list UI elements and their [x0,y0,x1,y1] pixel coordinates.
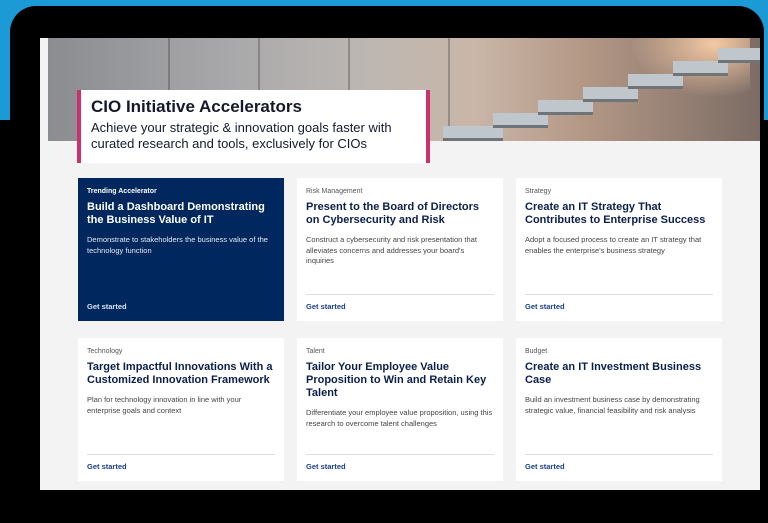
stair-step [718,48,760,60]
tablet-frame: CIO Initiative Accelerators Achieve your… [10,6,764,520]
card-tag: Trending Accelerator [87,188,157,195]
get-started-link[interactable]: Get started [87,462,127,471]
card-title: Tailor Your Employee Value Proposition t… [306,361,487,399]
stair-step [673,61,728,73]
card-divider [525,294,713,295]
page-subtitle: Achieve your strategic & innovation goal… [91,120,392,151]
card-description: Build an investment business case by dem… [525,395,700,415]
card-description: Plan for technology innovation in line w… [87,395,242,415]
accelerator-card-dashboard[interactable]: Trending Accelerator Build a Dashboard D… [78,178,284,321]
accelerator-card-it-strategy[interactable]: Strategy Create an IT Strategy That Cont… [516,178,722,321]
card-tag: Technology [87,348,123,355]
accelerator-card-innovation[interactable]: Technology Target Impactful Innovations … [78,338,284,481]
card-description: Differentiate your employee value propos… [306,408,493,428]
stair-step [628,74,683,86]
get-started-link[interactable]: Get started [306,462,346,471]
accelerator-card-investment[interactable]: Budget Create an IT Investment Business … [516,338,722,481]
card-title: Create an IT Investment Business Case [525,361,702,386]
card-description: Construct a cybersecurity and risk prese… [306,235,477,265]
accelerator-card-board-cybersecurity[interactable]: Risk Management Present to the Board of … [297,178,503,321]
card-divider [306,454,494,455]
stair-step [443,126,503,138]
stair-step [493,113,548,125]
accelerator-card-talent[interactable]: Talent Tailor Your Employee Value Propos… [297,338,503,481]
card-divider [306,294,494,295]
stair-step [538,100,593,112]
card-tag: Talent [306,348,325,355]
get-started-link[interactable]: Get started [87,302,127,311]
card-tag: Risk Management [306,188,363,195]
card-description: Demonstrate to stakeholders the business… [87,235,268,255]
card-title: Create an IT Strategy That Contributes t… [525,201,706,226]
card-title: Present to the Board of Directors on Cyb… [306,201,479,226]
get-started-link[interactable]: Get started [525,302,565,311]
card-divider [525,454,713,455]
hero-title-card: CIO Initiative Accelerators Achieve your… [77,90,430,163]
card-tag: Strategy [525,188,552,195]
card-description: Adopt a focused process to create an IT … [525,235,702,255]
screen: CIO Initiative Accelerators Achieve your… [40,38,760,490]
card-title: Build a Dashboard Demonstrating the Busi… [87,201,265,226]
card-title: Target Impactful Innovations With a Cust… [87,361,273,386]
get-started-link[interactable]: Get started [525,462,565,471]
card-tag: Budget [525,348,548,355]
page-title: CIO Initiative Accelerators [91,97,303,116]
card-divider [87,454,275,455]
stair-step [583,87,638,99]
get-started-link[interactable]: Get started [306,302,346,311]
